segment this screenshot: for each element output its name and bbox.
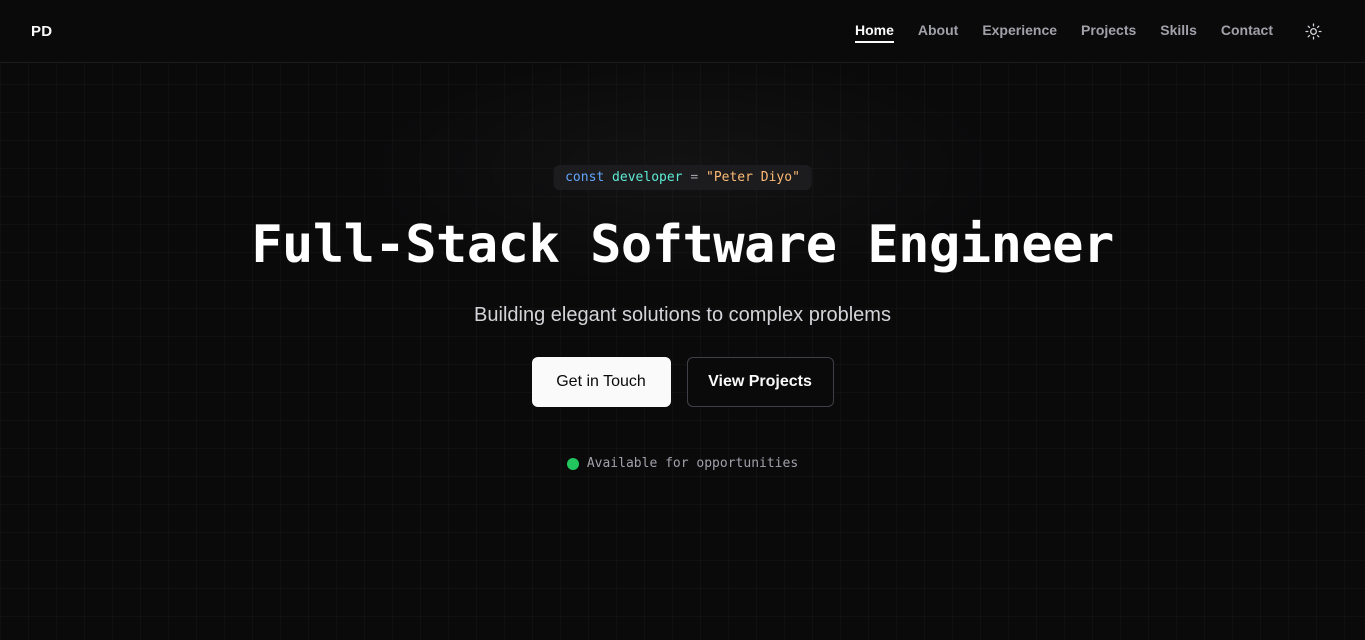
code-string: "Peter Diyo"	[705, 170, 800, 185]
availability-status: Available for opportunities	[0, 456, 1365, 471]
main-nav: Home About Experience Projects Skills Co…	[831, 22, 1273, 43]
code-variable: developer	[612, 170, 683, 185]
status-text: Available for opportunities	[586, 456, 799, 471]
hero-subtitle: Building elegant solutions to complex pr…	[474, 304, 891, 326]
nav-experience[interactable]: Experience	[982, 22, 1057, 40]
nav-about[interactable]: About	[918, 22, 958, 40]
code-snippet-badge: const developer = "Peter Diyo"	[553, 165, 812, 190]
hero-title: Full-Stack Software Engineer	[251, 215, 1114, 275]
sun-icon	[1304, 22, 1322, 40]
nav-projects[interactable]: Projects	[1081, 22, 1136, 40]
nav-skills[interactable]: Skills	[1160, 22, 1197, 40]
nav-contact[interactable]: Contact	[1221, 22, 1273, 40]
nav-home[interactable]: Home	[854, 22, 894, 43]
theme-toggle-button[interactable]	[1302, 20, 1324, 42]
view-projects-button[interactable]: View Projects	[686, 357, 834, 407]
hero-actions: Get in Touch View Projects	[0, 357, 1365, 407]
site-header: PD Home About Experience Projects Skills…	[0, 0, 1365, 63]
code-operator: =	[690, 170, 699, 185]
logo[interactable]: PD	[31, 23, 52, 40]
status-dot-icon	[566, 457, 579, 470]
hero-section: const developer = "Peter Diyo" Full-Stac…	[0, 63, 1365, 640]
code-keyword: const	[565, 170, 605, 185]
get-in-touch-button[interactable]: Get in Touch	[531, 357, 671, 407]
